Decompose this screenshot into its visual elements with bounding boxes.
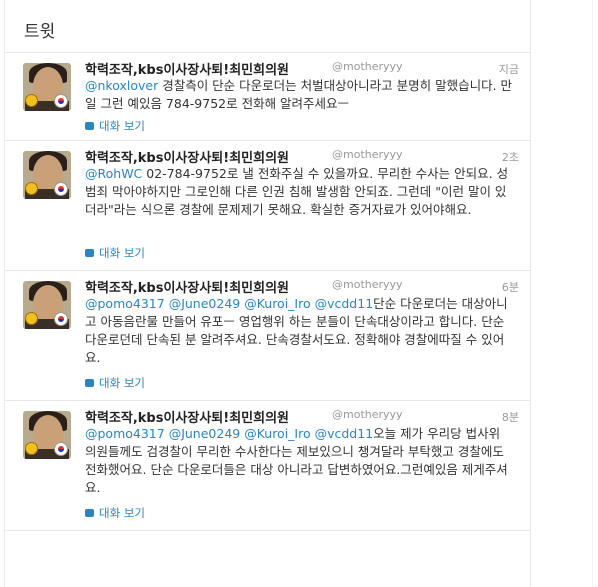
tweet-text: @RohWC 02-784-9752로 낼 전화주실 수 있을까요. 무리한 수… <box>85 165 515 219</box>
view-conversation-label[interactable]: 대화 보기 <box>99 246 145 260</box>
view-conversation-label[interactable]: 대화 보기 <box>99 376 145 390</box>
korea-flag-icon <box>54 312 68 326</box>
tweet-item[interactable]: 학력조작,kbs이사장사퇴!최민희의원 @motheryyy 6분 @pomo4… <box>4 271 531 401</box>
tweet-text: @pomo4317 @June0249 @Kuroi_Iro @vcdd11오늘… <box>85 425 515 497</box>
speech-bubble-icon <box>85 379 94 387</box>
view-conversation-link[interactable]: 대화 보기 <box>85 118 145 134</box>
view-conversation-link[interactable]: 대화 보기 <box>85 245 145 261</box>
tweet-item[interactable]: 학력조작,kbs이사장사퇴!최민희의원 @motheryyy 2초 @RohWC… <box>4 141 531 271</box>
view-conversation-label[interactable]: 대화 보기 <box>99 506 145 520</box>
author-handle[interactable]: @motheryyy <box>332 148 403 161</box>
author-handle[interactable]: @motheryyy <box>332 278 403 291</box>
avatar[interactable] <box>23 63 71 111</box>
smile-badge-icon <box>25 94 38 107</box>
tweet-text: @nkoxlover 경찰측이 단순 다운로더는 처벌대상아니라고 분명히 말했… <box>85 77 515 113</box>
author-name[interactable]: 학력조작,kbs이사장사퇴!최민희의원 <box>85 407 289 426</box>
tweet-item[interactable]: 학력조작,kbs이사장사퇴!최민희의원 @motheryyy 지금 @nkoxl… <box>4 53 531 141</box>
avatar[interactable] <box>23 281 71 329</box>
korea-flag-icon <box>54 442 68 456</box>
tweet-text: @pomo4317 @June0249 @Kuroi_Iro @vcdd11단순… <box>85 295 515 367</box>
tweet-time[interactable]: 지금 <box>499 61 519 77</box>
korea-flag-icon <box>54 94 68 108</box>
view-conversation-link[interactable]: 대화 보기 <box>85 505 145 521</box>
korea-flag-icon <box>54 182 68 196</box>
mention-links[interactable]: @pomo4317 @June0249 @Kuroi_Iro @vcdd11 <box>85 296 373 311</box>
author-handle[interactable]: @motheryyy <box>332 60 403 73</box>
mention-links[interactable]: @nkoxlover <box>85 78 158 93</box>
view-conversation-link[interactable]: 대화 보기 <box>85 375 145 391</box>
mention-links[interactable]: @pomo4317 @June0249 @Kuroi_Iro @vcdd11 <box>85 426 373 441</box>
avatar[interactable] <box>23 411 71 459</box>
tweet-item[interactable]: 학력조작,kbs이사장사퇴!최민희의원 @motheryyy 8분 @pomo4… <box>4 401 531 531</box>
speech-bubble-icon <box>85 509 94 517</box>
author-name[interactable]: 학력조작,kbs이사장사퇴!최민희의원 <box>85 277 289 296</box>
author-name[interactable]: 학력조작,kbs이사장사퇴!최민희의원 <box>85 59 289 78</box>
page-edge <box>592 0 593 587</box>
timeline-header: 트윗 <box>4 0 531 52</box>
smile-badge-icon <box>25 182 38 195</box>
mention-links[interactable]: @RohWC <box>85 166 142 181</box>
speech-bubble-icon <box>85 122 94 130</box>
tweet-time[interactable]: 8분 <box>502 409 519 425</box>
page-title: 트윗 <box>24 22 56 42</box>
view-conversation-label[interactable]: 대화 보기 <box>99 119 145 133</box>
smile-badge-icon <box>25 312 38 325</box>
avatar[interactable] <box>23 151 71 199</box>
smile-badge-icon <box>25 442 38 455</box>
author-handle[interactable]: @motheryyy <box>332 408 403 421</box>
speech-bubble-icon <box>85 249 94 257</box>
tweet-time[interactable]: 2초 <box>502 149 519 165</box>
tweet-time[interactable]: 6분 <box>502 279 519 295</box>
tweet-body: 02-784-9752로 낼 전화주실 수 있을까요. 무리한 수사는 안되요.… <box>85 166 509 217</box>
author-name[interactable]: 학력조작,kbs이사장사퇴!최민희의원 <box>85 147 289 166</box>
tweet-divider <box>4 530 531 531</box>
